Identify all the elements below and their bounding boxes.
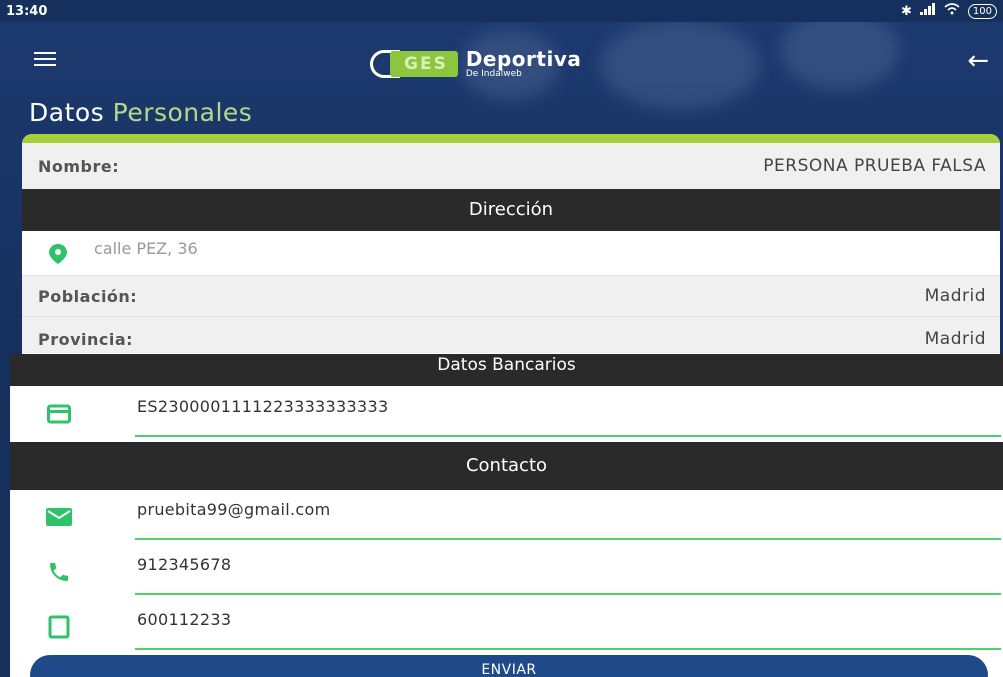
app-logo: GES Deportiva De Indalweb: [370, 48, 581, 80]
poblacion-row: Población: Madrid: [22, 276, 1000, 316]
left-edge-strip: [0, 354, 10, 677]
street-value: calle PEZ, 36: [94, 239, 198, 258]
mobile-value: 600112233: [137, 610, 232, 629]
phone-field[interactable]: 912345678: [135, 545, 1001, 595]
nombre-row: Nombre: PERSONA PRUEBA FALSA: [22, 143, 1000, 189]
back-arrow-icon[interactable]: ←: [967, 46, 989, 76]
status-time: 13:40: [6, 3, 48, 19]
logo-main-text: Deportiva: [465, 47, 582, 71]
email-field[interactable]: pruebita99@gmail.com: [135, 490, 1001, 540]
nombre-value: PERSONA PRUEBA FALSA: [763, 156, 986, 176]
email-value: pruebita99@gmail.com: [137, 500, 331, 519]
contacto-header: Contacto: [10, 442, 1003, 490]
app-toolbar: GES Deportiva De Indalweb ←: [0, 40, 1003, 84]
battery-icon: 100: [967, 3, 997, 19]
card-accent-bar: [22, 134, 1000, 143]
direccion-header: Dirección: [22, 189, 1000, 231]
credit-card-icon: [46, 401, 72, 427]
provincia-label: Provincia:: [38, 330, 134, 349]
mobile-field[interactable]: 600112233: [135, 600, 1001, 650]
iban-field[interactable]: ES2300001111223333333333: [135, 387, 1001, 437]
email-row[interactable]: pruebita99@gmail.com: [10, 490, 1003, 540]
bluetooth-icon: ✱: [901, 3, 912, 19]
location-pin-icon: [49, 244, 67, 264]
send-button[interactable]: ENVIAR: [30, 655, 988, 677]
nombre-label: Nombre:: [38, 156, 120, 176]
status-bar: 13:40 ✱ 100: [0, 0, 1003, 22]
page-title: Datos Personales: [29, 98, 252, 127]
logo-ges: GES: [390, 51, 458, 77]
phone-row[interactable]: 912345678: [10, 545, 1003, 595]
poblacion-label: Población:: [38, 286, 138, 306]
mobile-row[interactable]: 600112233: [10, 600, 1003, 650]
provincia-row: Provincia: Madrid: [22, 317, 1000, 353]
email-icon: [46, 504, 72, 530]
personal-data-card: Nombre: PERSONA PRUEBA FALSA Dirección c…: [22, 134, 1000, 354]
iban-value: ES2300001111223333333333: [137, 397, 389, 416]
address-field[interactable]: calle PEZ, 36: [22, 231, 1000, 275]
phone-icon: [46, 559, 72, 585]
wifi-icon: [944, 3, 960, 19]
poblacion-value: Madrid: [924, 286, 986, 306]
hamburger-menu-icon[interactable]: [34, 52, 56, 70]
datos-bancarios-header: Datos Bancarios: [10, 354, 1003, 386]
iban-row[interactable]: ES2300001111223333333333: [10, 387, 1003, 440]
tablet-icon: [46, 614, 72, 640]
provincia-value: Madrid: [924, 329, 986, 349]
signal-icon: [919, 3, 936, 19]
phone-value: 912345678: [137, 555, 232, 574]
page-title-part1: Datos: [29, 98, 113, 127]
page-title-part2: Personales: [112, 98, 253, 127]
